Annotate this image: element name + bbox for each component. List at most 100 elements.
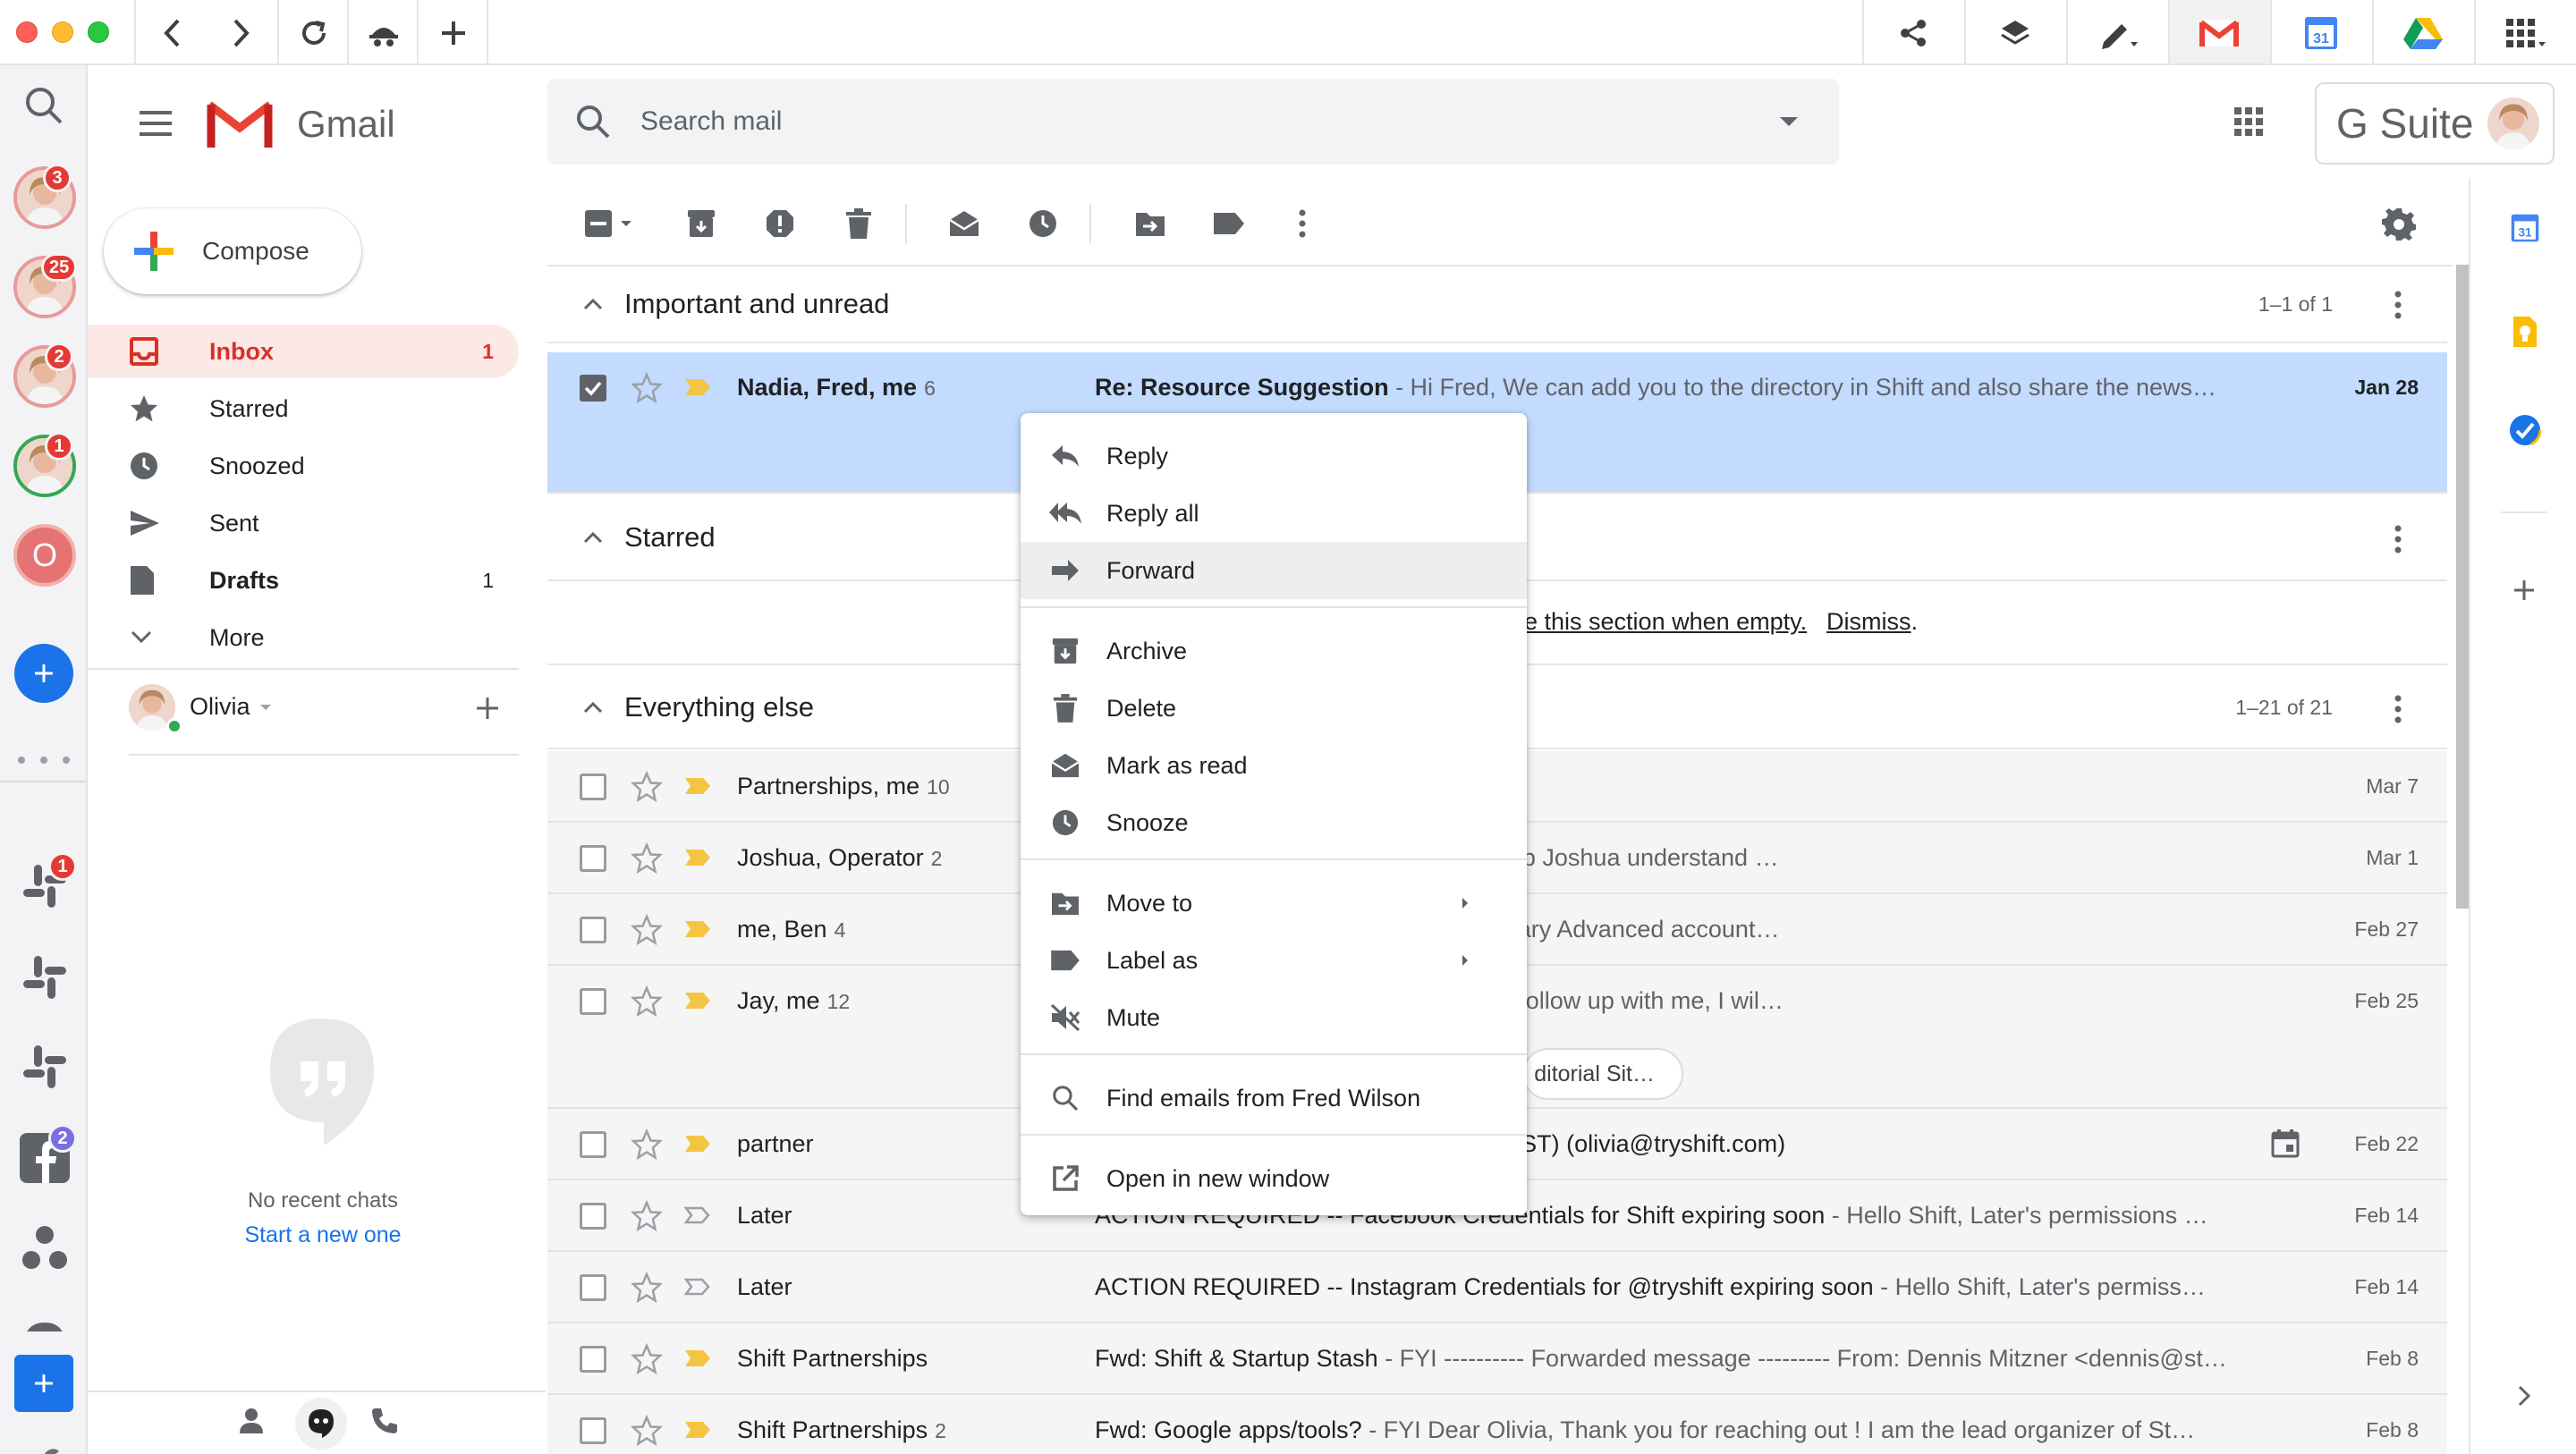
star-outline-icon[interactable] <box>631 842 663 875</box>
menu-item-label-as[interactable]: Label as <box>1021 932 1527 989</box>
contacts-tab[interactable] <box>238 1407 265 1435</box>
reload-button[interactable] <box>293 13 335 54</box>
row-checkbox[interactable] <box>580 1346 606 1373</box>
important-marker-icon[interactable] <box>683 848 712 867</box>
menu-item-forward[interactable]: Forward <box>1021 542 1527 599</box>
gmail-logo[interactable] <box>204 96 275 151</box>
new-chat-button[interactable] <box>474 695 501 722</box>
important-marker-icon[interactable] <box>683 1420 712 1440</box>
dock-add-account-button[interactable] <box>14 644 73 703</box>
search-bar[interactable]: Search mail <box>547 79 1839 165</box>
labels-button[interactable] <box>1208 202 1250 245</box>
dock-app-workspace[interactable] <box>20 1224 70 1274</box>
mail-row[interactable]: Shift Partnerships 2 Fwd: Google apps/tool… <box>547 1395 2447 1454</box>
menu-item-snooze[interactable]: Snooze <box>1021 794 1527 851</box>
delete-button[interactable] <box>837 202 880 245</box>
layers-button[interactable] <box>1995 13 2036 54</box>
important-outline-icon[interactable] <box>683 1205 712 1225</box>
nav-sent[interactable]: Sent <box>88 496 519 550</box>
row-checkbox[interactable] <box>580 1131 606 1158</box>
start-chat-link[interactable]: Start a new one <box>88 1222 558 1248</box>
row-checkbox[interactable] <box>580 845 606 872</box>
compose-button[interactable]: Compose <box>104 208 361 294</box>
star-outline-icon[interactable] <box>631 1200 663 1232</box>
new-tab-button[interactable] <box>433 13 474 54</box>
row-checkbox[interactable] <box>580 988 606 1015</box>
maximize-window-button[interactable] <box>88 21 109 43</box>
minimize-window-button[interactable] <box>52 21 73 43</box>
share-button[interactable] <box>1893 13 1934 54</box>
drive-tab[interactable] <box>2402 13 2444 54</box>
archive-button[interactable] <box>680 202 723 245</box>
google-apps-button[interactable] <box>2233 106 2265 138</box>
apps-menu-button[interactable] <box>2504 13 2546 54</box>
important-marker-icon[interactable] <box>683 377 712 397</box>
menu-item-find-emails[interactable]: Find emails from Fred Wilson <box>1021 1069 1527 1127</box>
star-outline-icon[interactable] <box>631 985 663 1018</box>
menu-item-archive[interactable]: Archive <box>1021 622 1527 680</box>
row-checkbox[interactable] <box>580 1274 606 1301</box>
mail-row[interactable]: Shift Partnerships Fwd: Shift & Startup S… <box>547 1323 2447 1395</box>
move-to-button[interactable] <box>1129 202 1172 245</box>
menu-item-mute[interactable]: Mute <box>1021 989 1527 1046</box>
mark-as-read-button[interactable] <box>943 202 986 245</box>
calendar-event-icon[interactable] <box>2270 1129 2301 1159</box>
star-outline-icon[interactable] <box>631 914 663 946</box>
dock-app-slack-2[interactable] <box>20 952 70 1002</box>
star-outline-icon[interactable] <box>631 372 663 404</box>
dock-account-5[interactable]: O <box>13 524 76 587</box>
row-checkbox[interactable] <box>580 917 606 943</box>
settings-button[interactable] <box>2377 202 2420 245</box>
calendar-addon[interactable]: 31 <box>2510 213 2540 243</box>
tasks-addon[interactable] <box>2508 413 2542 447</box>
more-actions-button[interactable] <box>1281 202 1324 245</box>
edit-button[interactable] <box>2098 13 2140 54</box>
dock-search-button[interactable] <box>23 85 64 126</box>
keep-addon[interactable] <box>2512 315 2538 349</box>
more-vertical-icon[interactable] <box>2394 290 2402 320</box>
get-addons-button[interactable] <box>2512 578 2537 603</box>
search-input[interactable]: Search mail <box>640 106 1778 137</box>
menu-item-reply-all[interactable]: Reply all <box>1021 485 1527 542</box>
important-outline-icon[interactable] <box>683 1277 712 1297</box>
dismiss-link[interactable]: Dismiss <box>1826 608 1911 635</box>
dock-more-button[interactable] <box>14 754 73 766</box>
hangouts-tab[interactable] <box>295 1398 347 1450</box>
star-outline-icon[interactable] <box>631 1272 663 1304</box>
menu-item-mark-as-read[interactable]: Mark as read <box>1021 737 1527 794</box>
row-checkbox[interactable] <box>580 773 606 800</box>
nav-snoozed[interactable]: Snoozed <box>88 439 519 493</box>
calendar-tab[interactable]: 31 <box>2301 13 2342 54</box>
nav-inbox[interactable]: Inbox 1 <box>88 325 519 378</box>
show-side-panel-button[interactable] <box>2517 1384 2531 1408</box>
menu-item-reply[interactable]: Reply <box>1021 427 1527 485</box>
nav-drafts[interactable]: Drafts 1 <box>88 554 519 607</box>
incognito-button[interactable] <box>363 13 404 54</box>
mail-row[interactable]: Later ACTION REQUIRED -- Instagram Creden… <box>547 1252 2447 1323</box>
snooze-button[interactable] <box>1021 202 1064 245</box>
report-spam-button[interactable] <box>758 202 801 245</box>
main-menu-button[interactable] <box>138 110 174 137</box>
important-marker-icon[interactable] <box>683 991 712 1010</box>
important-marker-icon[interactable] <box>683 776 712 796</box>
back-button[interactable] <box>152 13 193 54</box>
section-important-header[interactable]: Important and unread 1–1 of 1 <box>547 266 2447 343</box>
close-window-button[interactable] <box>16 21 38 43</box>
important-marker-icon[interactable] <box>683 1134 712 1154</box>
dock-settings-button[interactable] <box>21 1444 64 1454</box>
row-checkbox[interactable] <box>580 1203 606 1230</box>
dock-app-slack-3[interactable] <box>20 1042 70 1092</box>
more-vertical-icon[interactable] <box>2394 694 2402 724</box>
important-marker-icon[interactable] <box>683 919 712 939</box>
star-outline-icon[interactable] <box>631 1343 663 1375</box>
nav-starred[interactable]: Starred <box>88 382 519 435</box>
star-outline-icon[interactable] <box>631 771 663 803</box>
user-switcher[interactable]: Olivia <box>190 693 272 721</box>
star-outline-icon[interactable] <box>631 1129 663 1161</box>
forward-button[interactable] <box>220 13 261 54</box>
more-vertical-icon[interactable] <box>2394 524 2402 554</box>
nav-more[interactable]: More <box>88 611 519 664</box>
account-button[interactable]: G Suite <box>2315 82 2555 165</box>
search-options-icon[interactable] <box>1778 115 1800 128</box>
star-outline-icon[interactable] <box>631 1415 663 1447</box>
